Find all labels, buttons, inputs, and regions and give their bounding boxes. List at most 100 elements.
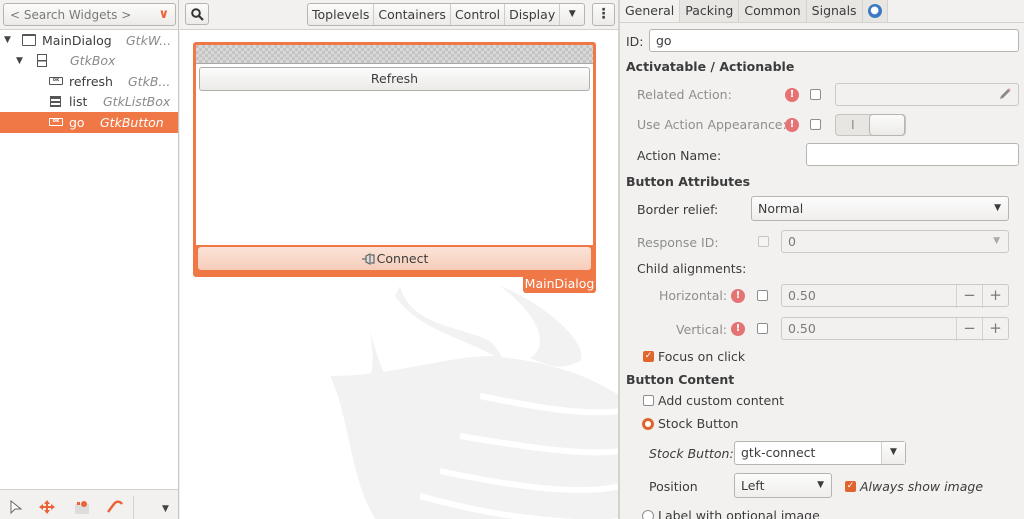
warning-icon: ! (731, 322, 745, 336)
related-action-label: Related Action: (637, 87, 732, 102)
vertical-spinbutton[interactable]: 0.50 − + (781, 317, 1009, 341)
tree-item-name: go (69, 114, 85, 130)
dropdown-arrow-icon[interactable]: ▼ (881, 442, 905, 464)
id-field[interactable]: go (649, 29, 1019, 52)
position-label: Position (649, 479, 698, 494)
use-action-appearance-switch[interactable]: I (835, 114, 906, 136)
tab-common[interactable]: Common (739, 0, 807, 22)
label-with-image-label: Label with optional image (658, 508, 820, 519)
related-action-field[interactable] (835, 83, 1019, 106)
vertical-checkbox[interactable] (757, 323, 768, 334)
response-id-field[interactable]: 0 ▼ (781, 230, 1009, 253)
decrement-button[interactable]: − (956, 318, 982, 341)
tree-item-name: refresh (69, 73, 113, 89)
stock-button-label: Stock Button: (649, 446, 734, 461)
list-box[interactable] (196, 93, 593, 245)
tab-signals[interactable]: Signals (806, 0, 863, 22)
section-actionable: Activatable / Actionable (626, 59, 795, 74)
tab-packing[interactable]: Packing (680, 0, 740, 22)
edit-pencil-icon[interactable] (998, 87, 1012, 101)
menu-kebab-icon[interactable]: ⋮ (592, 3, 615, 26)
property-editor: General Packing Common Signals ● ID: go … (620, 0, 1024, 519)
search-widgets-input[interactable]: < Search Widgets > ∨ (3, 3, 176, 26)
warning-icon: ! (785, 88, 799, 102)
response-id-value: 0 (788, 234, 796, 249)
refresh-button[interactable]: Refresh (199, 67, 590, 91)
decrement-button[interactable]: − (956, 285, 982, 308)
menu-down-icon[interactable]: ▼ (162, 504, 169, 514)
accessibility-icon: ● (867, 4, 882, 18)
button-icon: ok (49, 77, 63, 86)
main-dialog-preview[interactable]: Refresh Connect (193, 42, 596, 277)
glade-watermark-icon (330, 286, 618, 519)
tree-item-type: GtkW... (126, 32, 172, 48)
tree-row-refresh[interactable]: ok refresh GtkB... (0, 71, 178, 92)
tab-accessibility[interactable]: ● (862, 0, 888, 22)
related-action-checkbox[interactable] (810, 89, 821, 100)
palette-display-button[interactable]: Display (505, 4, 561, 25)
tree-row-list[interactable]: list GtkListBox (0, 92, 178, 113)
tree-row-maindialog[interactable]: ▼ MainDialog GtkW... (0, 30, 178, 51)
focus-on-click-checkbox[interactable]: ✓ (643, 351, 654, 362)
palette-more-button[interactable]: ▼ (560, 4, 584, 25)
design-canvas[interactable]: Refresh Connect MainDialog (180, 31, 618, 519)
connect-button[interactable]: Connect (198, 247, 591, 270)
tab-general[interactable]: General (620, 0, 681, 22)
drag-resize-icon[interactable] (38, 500, 56, 518)
child-alignments-label: Child alignments: (637, 261, 747, 276)
palette-control-button[interactable]: Control (451, 4, 506, 25)
tree-item-type: GtkBox (70, 53, 116, 69)
horizontal-spinbutton[interactable]: 0.50 − + (781, 284, 1009, 308)
margin-edit-icon[interactable] (74, 500, 90, 518)
tree-item-type: GtkListBox (103, 94, 171, 110)
position-select[interactable]: Left ▼ (734, 473, 832, 498)
tree-row-gtkbox[interactable]: ▼ GtkBox (0, 51, 178, 72)
tree-item-type: GtkB... (128, 73, 171, 89)
label-with-image-radio[interactable] (642, 510, 654, 519)
chevron-down-icon[interactable]: ∨ (158, 7, 169, 22)
tree-item-type: GtkButton (100, 114, 164, 130)
border-relief-value: Normal (758, 201, 804, 216)
palette-containers-button[interactable]: Containers (374, 4, 451, 25)
vertical-value: 0.50 (788, 321, 816, 336)
connect-plug-icon (361, 253, 375, 265)
increment-button[interactable]: + (982, 318, 1008, 341)
horizontal-checkbox[interactable] (757, 290, 768, 301)
connect-label: Connect (376, 251, 429, 266)
tree-row-go[interactable]: ok go GtkButton (0, 112, 178, 133)
glade-window: < Search Widgets > ∨ ▼ MainDialog GtkW..… (0, 0, 1024, 519)
dropdown-arrow-icon[interactable]: ▼ (993, 231, 1000, 252)
stock-button-combo[interactable]: gtk-connect ▼ (734, 441, 906, 465)
dialog-name-label: MainDialog (523, 275, 596, 293)
always-show-image-checkbox[interactable]: ✓ (845, 481, 856, 492)
add-custom-content-checkbox[interactable] (643, 395, 654, 406)
design-workspace: Toplevels Containers Control Display ▼ ⋮… (180, 0, 618, 519)
property-tabs: General Packing Common Signals ● (620, 0, 1024, 23)
expander-down-icon[interactable]: ▼ (4, 35, 11, 45)
border-relief-select[interactable]: Normal ▼ (751, 196, 1009, 221)
vertical-label: Vertical: (676, 322, 728, 337)
response-id-checkbox[interactable] (758, 236, 769, 247)
expander-down-icon[interactable]: ▼ (16, 56, 23, 66)
action-name-label: Action Name: (637, 148, 722, 163)
switch-off-glyph: I (851, 117, 855, 132)
search-icon (191, 8, 204, 21)
search-palette-button[interactable] (185, 3, 209, 25)
stock-button-radio-label: Stock Button (658, 416, 739, 431)
warning-icon: ! (731, 289, 745, 303)
focus-on-click-label: Focus on click (658, 349, 746, 364)
tree-item-name: list (69, 94, 88, 110)
stock-button-radio[interactable] (642, 418, 654, 430)
pointer-icon[interactable] (10, 499, 23, 518)
divider (133, 496, 134, 519)
use-action-appearance-checkbox[interactable] (810, 119, 821, 130)
switch-knob[interactable] (869, 114, 905, 136)
widget-tree: ▼ MainDialog GtkW... ▼ GtkBox ok refresh… (0, 29, 178, 490)
box-icon (37, 54, 47, 68)
increment-button[interactable]: + (982, 285, 1008, 308)
palette-toplevels-button[interactable]: Toplevels (308, 4, 375, 25)
dialog-titlebar (196, 45, 593, 64)
align-edit-icon[interactable] (106, 500, 124, 518)
section-button-content: Button Content (626, 372, 735, 387)
action-name-field[interactable] (806, 143, 1019, 166)
